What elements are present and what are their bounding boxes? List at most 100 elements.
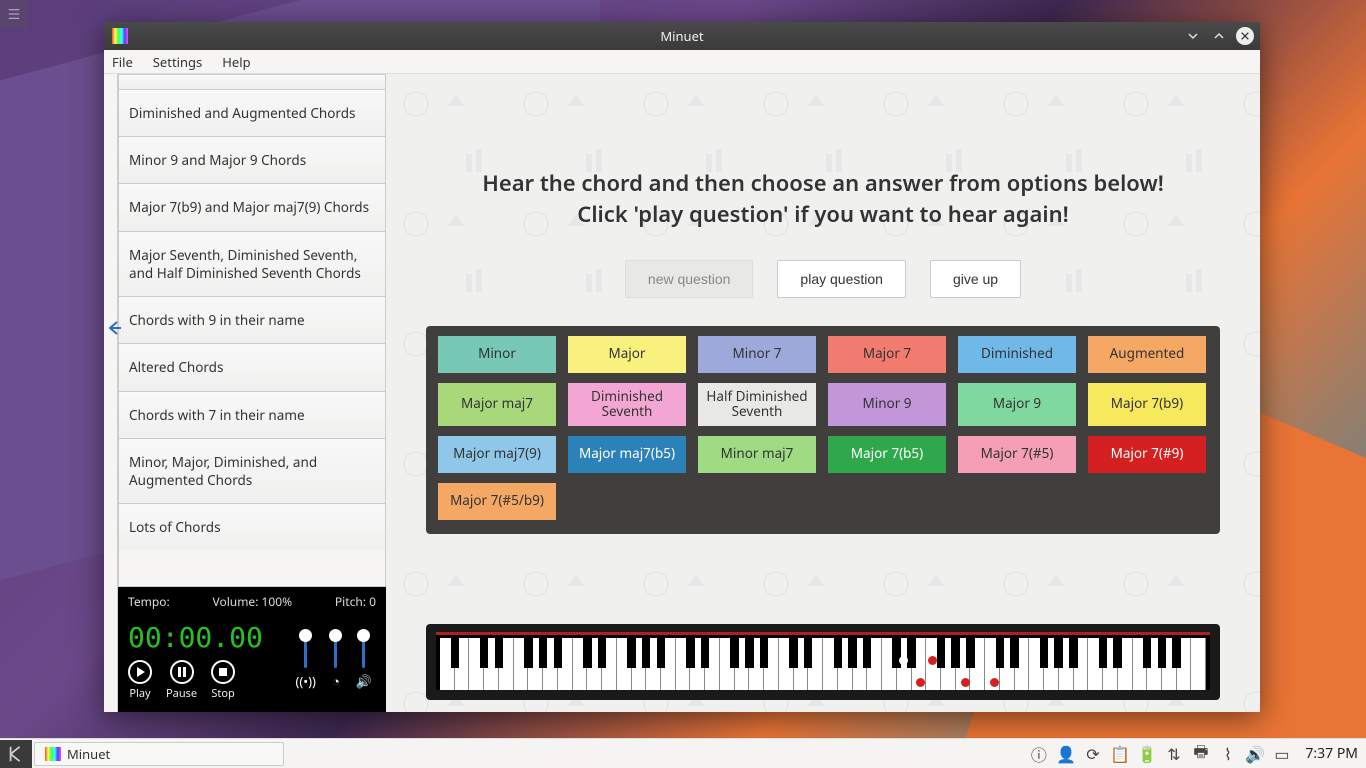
black-key[interactable] [789, 638, 797, 668]
black-key[interactable] [539, 638, 547, 668]
black-key[interactable] [1158, 638, 1166, 668]
answer-option[interactable]: Major [568, 336, 686, 373]
black-key[interactable] [495, 638, 503, 668]
exercise-item[interactable]: Chords with 7 in their name [119, 391, 385, 438]
answer-option[interactable]: Major maj7 [438, 383, 556, 426]
piano[interactable] [426, 624, 1220, 700]
black-key[interactable] [657, 638, 665, 668]
answer-option[interactable]: Major 7(#5/b9) [438, 483, 556, 520]
user-icon[interactable]: 👤 [1058, 746, 1073, 761]
black-key[interactable] [480, 638, 488, 668]
answer-option[interactable]: Augmented [1088, 336, 1206, 373]
black-key[interactable] [745, 638, 753, 668]
play-button[interactable]: Play [128, 660, 152, 701]
updates-icon[interactable]: ⟳ [1085, 746, 1100, 761]
battery-icon[interactable]: 🔋 [1139, 746, 1154, 761]
black-key[interactable] [642, 638, 650, 668]
answer-option[interactable]: Major 7(b5) [828, 436, 946, 473]
black-key[interactable] [966, 638, 974, 668]
pitch-slider[interactable]: 🔊 [356, 632, 372, 690]
black-key[interactable] [951, 638, 959, 668]
exercise-item[interactable]: Minor, Major, Diminished, and Augmented … [119, 438, 385, 503]
answer-option[interactable]: Major 7 [828, 336, 946, 373]
black-key[interactable] [524, 638, 532, 668]
notifications-icon[interactable]: ▭ [1274, 746, 1289, 761]
exercise-item[interactable]: Chords with 9 in their name [119, 296, 385, 343]
black-key[interactable] [627, 638, 635, 668]
answer-option[interactable]: Major 7(b9) [1088, 383, 1206, 426]
printer-icon[interactable]: 🖶 [1193, 746, 1208, 761]
black-key[interactable] [701, 638, 709, 668]
clipboard-icon[interactable]: 📋 [1112, 746, 1127, 761]
black-key[interactable] [804, 638, 812, 668]
answer-option[interactable]: Diminished Seventh [568, 383, 686, 426]
black-key[interactable] [451, 638, 459, 668]
exercise-item[interactable]: Diminished and Augmented Chords [119, 89, 385, 136]
answer-option[interactable]: Minor maj7 [698, 436, 816, 473]
black-key[interactable] [1172, 638, 1180, 668]
answer-option[interactable]: Major 7(#9) [1088, 436, 1206, 473]
exercise-list[interactable]: Minor 7 and Dominant 7 ChordsDiminished … [118, 74, 386, 587]
answer-option[interactable]: Major maj7(9) [438, 436, 556, 473]
menu-settings[interactable]: Settings [153, 53, 202, 71]
minimize-button[interactable] [1184, 27, 1202, 45]
black-key[interactable] [1069, 638, 1077, 668]
new-question-button[interactable]: new question [625, 260, 754, 298]
maximize-button[interactable] [1210, 27, 1228, 45]
network-icon[interactable]: ⌇ [1220, 746, 1235, 761]
exercise-item[interactable]: Lots of Chords [119, 503, 385, 550]
answer-option[interactable]: Major 7(#5) [958, 436, 1076, 473]
pause-button[interactable]: Pause [166, 660, 197, 701]
exercise-item[interactable]: Altered Chords [119, 343, 385, 390]
black-key[interactable] [937, 638, 945, 668]
answer-option[interactable]: Half Diminished Seventh [698, 383, 816, 426]
black-key[interactable] [686, 638, 694, 668]
black-key[interactable] [1113, 638, 1121, 668]
k-logo-icon [7, 745, 25, 763]
exercise-item[interactable]: Minor 9 and Major 9 Chords [119, 136, 385, 183]
titlebar[interactable]: Minuet [104, 22, 1260, 50]
tempo-slider[interactable]: ((•)) [295, 632, 316, 690]
menu-help[interactable]: Help [222, 53, 250, 71]
exercise-item[interactable]: Major Seventh, Diminished Seventh, and H… [119, 231, 385, 296]
taskbar-app-minuet[interactable]: Minuet [34, 742, 284, 766]
black-key[interactable] [996, 638, 1004, 668]
black-key[interactable] [848, 638, 856, 668]
sidebar-tab-handle[interactable] [104, 74, 118, 712]
give-up-button[interactable]: give up [930, 260, 1021, 298]
black-key[interactable] [863, 638, 871, 668]
black-key[interactable] [1040, 638, 1048, 668]
exercise-item[interactable]: Major 7(b9) and Major maj7(9) Chords [119, 183, 385, 230]
exercise-item[interactable]: Minor 7 and Dominant 7 Chords [119, 74, 385, 89]
black-key[interactable] [1054, 638, 1062, 668]
black-key[interactable] [1010, 638, 1018, 668]
collapse-sidebar-button[interactable] [104, 318, 126, 338]
answer-option[interactable]: Minor 9 [828, 383, 946, 426]
answer-option[interactable]: Diminished [958, 336, 1076, 373]
black-key[interactable] [1099, 638, 1107, 668]
clock[interactable]: 7:37 PM [1305, 744, 1358, 763]
menu-file[interactable]: File [112, 53, 133, 71]
answer-option[interactable]: Major maj7(b5) [568, 436, 686, 473]
answer-option[interactable]: Minor [438, 336, 556, 373]
stop-button[interactable]: Stop [211, 660, 235, 701]
black-key[interactable] [1143, 638, 1151, 668]
answer-option[interactable]: Minor 7 [698, 336, 816, 373]
play-question-button[interactable]: play question [777, 260, 906, 298]
answer-option[interactable]: Major 9 [958, 383, 1076, 426]
black-key[interactable] [907, 638, 915, 668]
black-key[interactable] [598, 638, 606, 668]
desktop-menu-button[interactable] [0, 0, 28, 28]
volume-icon[interactable]: 🔊 [1247, 746, 1262, 761]
info-icon[interactable]: ⓘ [1031, 746, 1046, 761]
taskbar: Minuet ⓘ 👤 ⟳ 📋 🔋 ⇅ 🖶 ⌇ 🔊 ▭ 7:37 PM [0, 738, 1366, 768]
black-key[interactable] [834, 638, 842, 668]
black-key[interactable] [583, 638, 591, 668]
start-button[interactable] [0, 740, 32, 768]
black-key[interactable] [554, 638, 562, 668]
black-key[interactable] [760, 638, 768, 668]
close-button[interactable] [1236, 27, 1254, 45]
usb-icon[interactable]: ⇅ [1166, 746, 1181, 761]
volume-slider[interactable]: ◔ [332, 632, 340, 690]
black-key[interactable] [730, 638, 738, 668]
